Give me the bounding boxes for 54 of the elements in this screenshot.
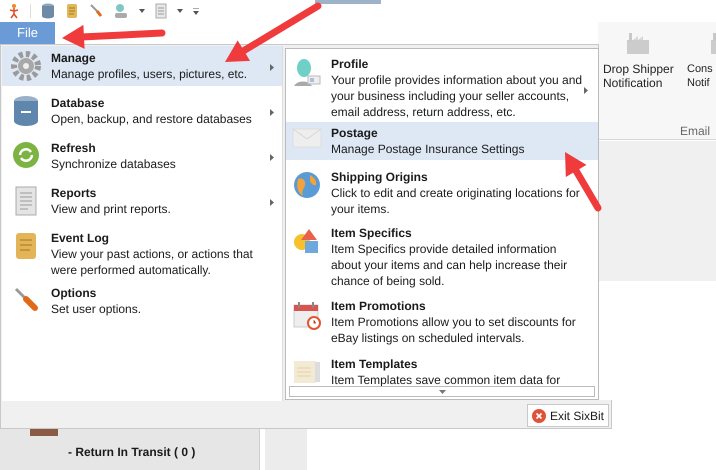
menu-item[interactable]: Manage Manage profiles, users, pictures, etc. — [2, 46, 282, 86]
submenu-item-title: Postage — [331, 125, 379, 141]
submenu-item-title: Item Promotions — [331, 298, 427, 314]
submenu-item-description: Item Specifics provide detailed information about your items and can help increase their chance of being sold. — [331, 241, 568, 289]
globe-icon — [293, 171, 321, 199]
menu-item-description: Set user options. — [51, 301, 142, 317]
submenu-item-title: Item Templates — [331, 356, 418, 372]
ribbon-group-label: Email — [680, 123, 710, 140]
menu-item-description: Synchronize databases — [51, 156, 177, 172]
screwdriver-icon[interactable] — [89, 3, 103, 19]
submenu-item[interactable]: Postage Manage Postage Insurance Settings — [286, 122, 598, 160]
scroll-icon[interactable] — [65, 3, 79, 19]
menu-item-title: Event Log — [51, 230, 110, 246]
dropdown-caret-icon[interactable] — [177, 9, 183, 13]
submenu-item-description: Item Promotions allow you to set discounts for eBay listings on scheduled intervals. — [331, 314, 577, 346]
sidebar-item[interactable]: - Return In Transit ( 0 ) — [68, 443, 196, 461]
menu-item-title: Database — [51, 95, 106, 111]
splitter-bar — [265, 428, 307, 470]
menu-item-title: Options — [51, 285, 98, 301]
arrow-drawing — [565, 152, 602, 212]
screwdriver-icon — [12, 285, 40, 313]
envelope-icon — [292, 127, 322, 149]
person-icon — [292, 58, 322, 88]
close-icon — [532, 408, 546, 422]
menu-item-description: Manage profiles, users, pictures, etc. — [51, 66, 248, 82]
refresh-icon — [11, 140, 41, 170]
menu-item-description: View and print reports. — [51, 201, 172, 217]
database-icon[interactable] — [41, 3, 55, 19]
menu-item-description: Open, backup, and restore databases — [51, 111, 253, 127]
dropdown-caret-icon[interactable] — [139, 9, 145, 13]
submenu-item-description: Item Templates save common item data for — [331, 372, 562, 388]
exit-button[interactable]: Exit SixBit — [527, 404, 610, 427]
person-icon[interactable] — [113, 3, 129, 19]
submenu-item-title: Shipping Origins — [331, 169, 429, 185]
gear-icon — [10, 50, 42, 82]
menu-item-title: Reports — [51, 185, 98, 201]
menu-item-title: Refresh — [51, 140, 97, 156]
calendar-icon — [292, 300, 322, 330]
ribbon-button[interactable]: Drop Shipper Notification — [603, 30, 674, 90]
document-icon — [13, 185, 39, 217]
ribbon-button[interactable]: Cons Notif — [687, 30, 716, 90]
overflow-icon[interactable] — [193, 8, 199, 14]
document-icon[interactable] — [155, 3, 167, 19]
submenu-item-title: Profile — [331, 56, 370, 72]
database-icon — [11, 95, 41, 127]
submenu-item-description: Click to edit and create originating locations for your items. — [331, 185, 581, 217]
submenu-item-title: Item Specifics — [331, 225, 413, 241]
document-icon — [293, 358, 321, 384]
menu-item-title: Manage — [51, 50, 97, 66]
menu-item-description: View your past actions, or actions that were performed automatically. — [51, 246, 254, 278]
submenu-item-description: Manage Postage Insurance Settings — [331, 141, 526, 157]
shapes-icon — [293, 227, 321, 255]
stick-figure-icon[interactable] — [8, 3, 20, 19]
submenu-item-description: Your profile provides information about you and your business including your seller accounts, email address, return address, etc. — [331, 72, 584, 120]
